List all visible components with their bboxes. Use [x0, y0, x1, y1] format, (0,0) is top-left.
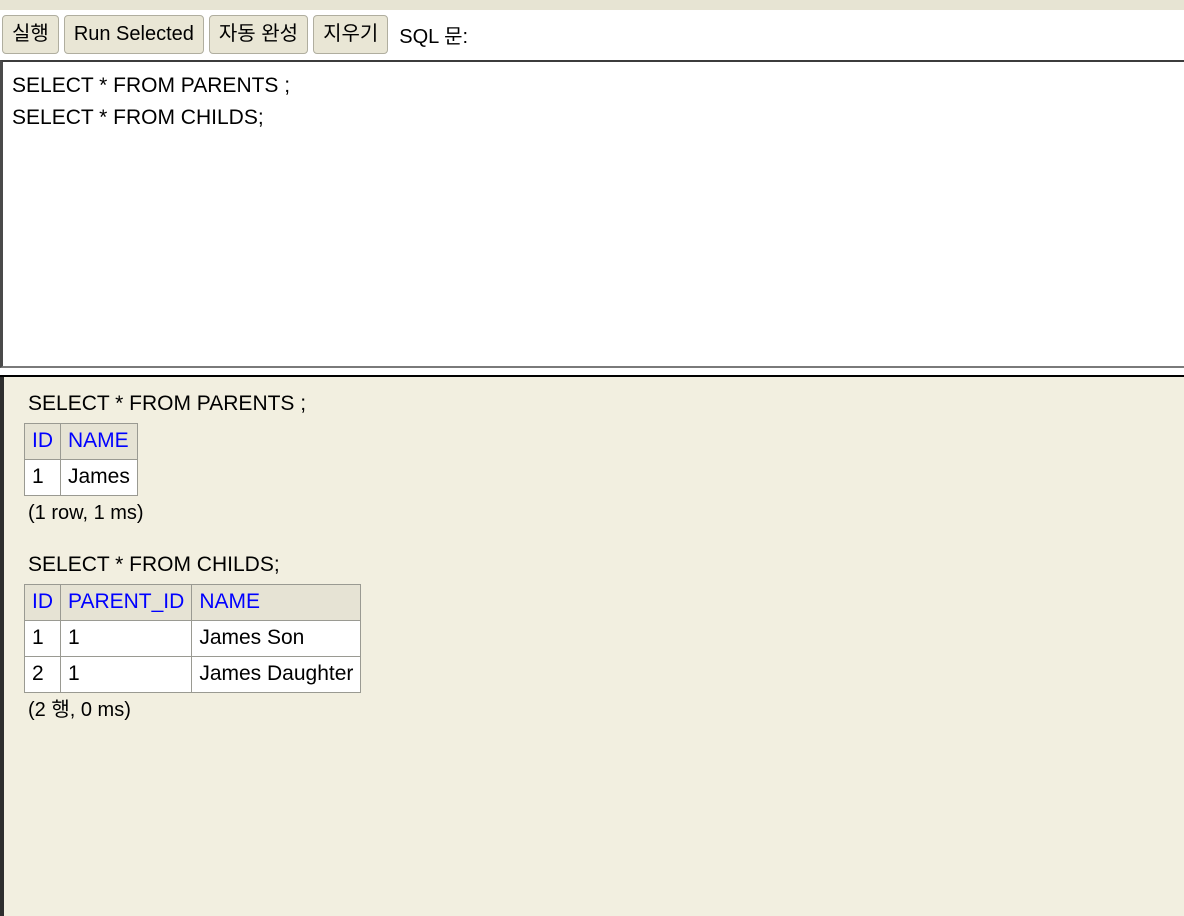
- result-block: SELECT * FROM CHILDS; ID PARENT_ID NAME 1 1 Ja…: [24, 552, 1184, 723]
- result-status-text: (2 행, 0 ms): [28, 699, 131, 721]
- result-table[interactable]: ID PARENT_ID NAME 1 1 James Son 2 1 James Daught…: [24, 584, 362, 693]
- results-pane: SELECT * FROM PARENTS ; ID NAME 1 James (1 ro…: [0, 377, 1184, 916]
- run-selected-button[interactable]: Run Selected: [63, 14, 204, 54]
- window-top-strip: [0, 0, 1184, 10]
- auto-complete-button[interactable]: 자동 완성: [208, 14, 309, 54]
- table-row[interactable]: 1 1 James Son: [24, 620, 362, 657]
- result-query-text: SELECT * FROM PARENTS ;: [28, 392, 307, 415]
- column-header[interactable]: ID: [24, 584, 61, 621]
- toolbar: 실행 Run Selected 자동 완성 지우기 SQL 문:: [0, 10, 1184, 58]
- table-header-row: ID NAME: [24, 423, 138, 460]
- sql-console-window: 실행 Run Selected 자동 완성 지우기 SQL 문: SELECT …: [0, 0, 1184, 916]
- column-header[interactable]: NAME: [191, 584, 362, 621]
- table-cell[interactable]: James: [60, 459, 138, 496]
- result-status-text: (1 row, 1 ms): [28, 502, 144, 524]
- table-cell[interactable]: 2: [24, 656, 61, 693]
- column-header[interactable]: PARENT_ID: [59, 584, 193, 621]
- table-cell[interactable]: James Son: [191, 620, 362, 657]
- result-query-text: SELECT * FROM CHILDS;: [28, 553, 280, 576]
- column-header[interactable]: NAME: [60, 423, 138, 460]
- column-header[interactable]: ID: [24, 423, 61, 460]
- table-cell[interactable]: 1: [59, 620, 193, 657]
- table-row[interactable]: 1 James: [24, 459, 138, 496]
- table-header-row: ID PARENT_ID NAME: [24, 584, 362, 621]
- sql-editor-container[interactable]: [0, 60, 1184, 368]
- table-row[interactable]: 2 1 James Daughter: [24, 656, 362, 693]
- clear-button[interactable]: 지우기: [313, 14, 389, 54]
- result-block: SELECT * FROM PARENTS ; ID NAME 1 James (1 ro…: [24, 391, 1184, 526]
- table-cell[interactable]: 1: [24, 459, 61, 496]
- table-cell[interactable]: 1: [24, 620, 61, 657]
- run-button[interactable]: 실행: [2, 14, 59, 54]
- sql-input[interactable]: [3, 62, 1184, 366]
- table-cell[interactable]: 1: [59, 656, 193, 693]
- table-cell[interactable]: James Daughter: [191, 656, 362, 693]
- result-table[interactable]: ID NAME 1 James: [24, 423, 138, 496]
- sql-statement-label: SQL 문:: [399, 25, 469, 48]
